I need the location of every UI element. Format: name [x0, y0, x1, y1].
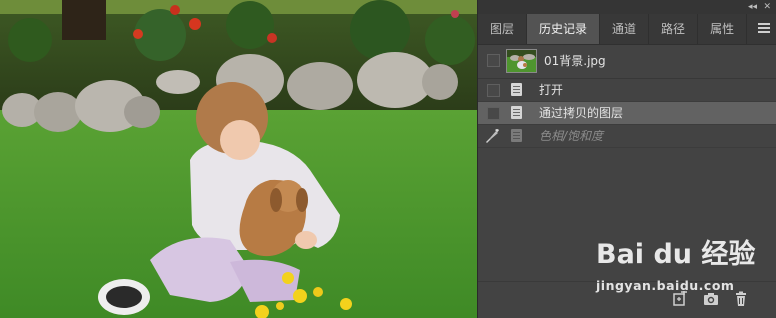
- snapshot-label: 01背景.jpg: [544, 54, 606, 68]
- document-icon: [511, 129, 522, 142]
- tab-properties[interactable]: 属性: [698, 14, 748, 44]
- history-step-label: 色相/饱和度: [539, 129, 604, 143]
- panel-menu-icon[interactable]: [758, 23, 770, 35]
- collapse-panel-icon[interactable]: ◂◂: [748, 0, 757, 14]
- history-source-checkbox[interactable]: [487, 84, 500, 97]
- canvas-photo[interactable]: [0, 0, 478, 318]
- snapshot-thumbnail-icon: [506, 49, 537, 73]
- history-brush-icon[interactable]: [484, 128, 500, 144]
- panel-topbar: ◂◂ ✕: [478, 0, 776, 14]
- history-snapshot[interactable]: 01背景.jpg: [478, 44, 776, 79]
- history-list: 01背景.jpg 打开 通过拷贝的图层 色相/饱和度: [478, 44, 776, 148]
- document-icon: [511, 106, 522, 119]
- tab-history[interactable]: 历史记录: [527, 14, 601, 44]
- tab-layers[interactable]: 图层: [478, 14, 528, 44]
- history-step-selected[interactable]: 通过拷贝的图层: [478, 102, 776, 125]
- tab-channels[interactable]: 通道: [600, 14, 650, 44]
- history-step[interactable]: 打开: [478, 79, 776, 102]
- history-step-label: 打开: [539, 83, 564, 97]
- history-source-checkbox[interactable]: [487, 54, 500, 67]
- close-panel-icon[interactable]: ✕: [763, 0, 771, 14]
- panel-tabbar: 图层 历史记录 通道 路径 属性: [478, 14, 776, 45]
- watermark-url: jingyan.baidu.com: [596, 278, 735, 293]
- tab-paths[interactable]: 路径: [649, 14, 699, 44]
- history-step-label: 通过拷贝的图层: [539, 106, 624, 120]
- watermark-logo: Bai du 经验: [596, 239, 756, 270]
- baidu-jingyan-watermark: Bai du 经验 jingyan.baidu.com: [596, 232, 755, 302]
- history-step-disabled[interactable]: 色相/饱和度: [478, 125, 776, 148]
- photo-image: [0, 0, 478, 318]
- history-source-checkbox[interactable]: [487, 107, 500, 120]
- document-icon: [511, 83, 522, 96]
